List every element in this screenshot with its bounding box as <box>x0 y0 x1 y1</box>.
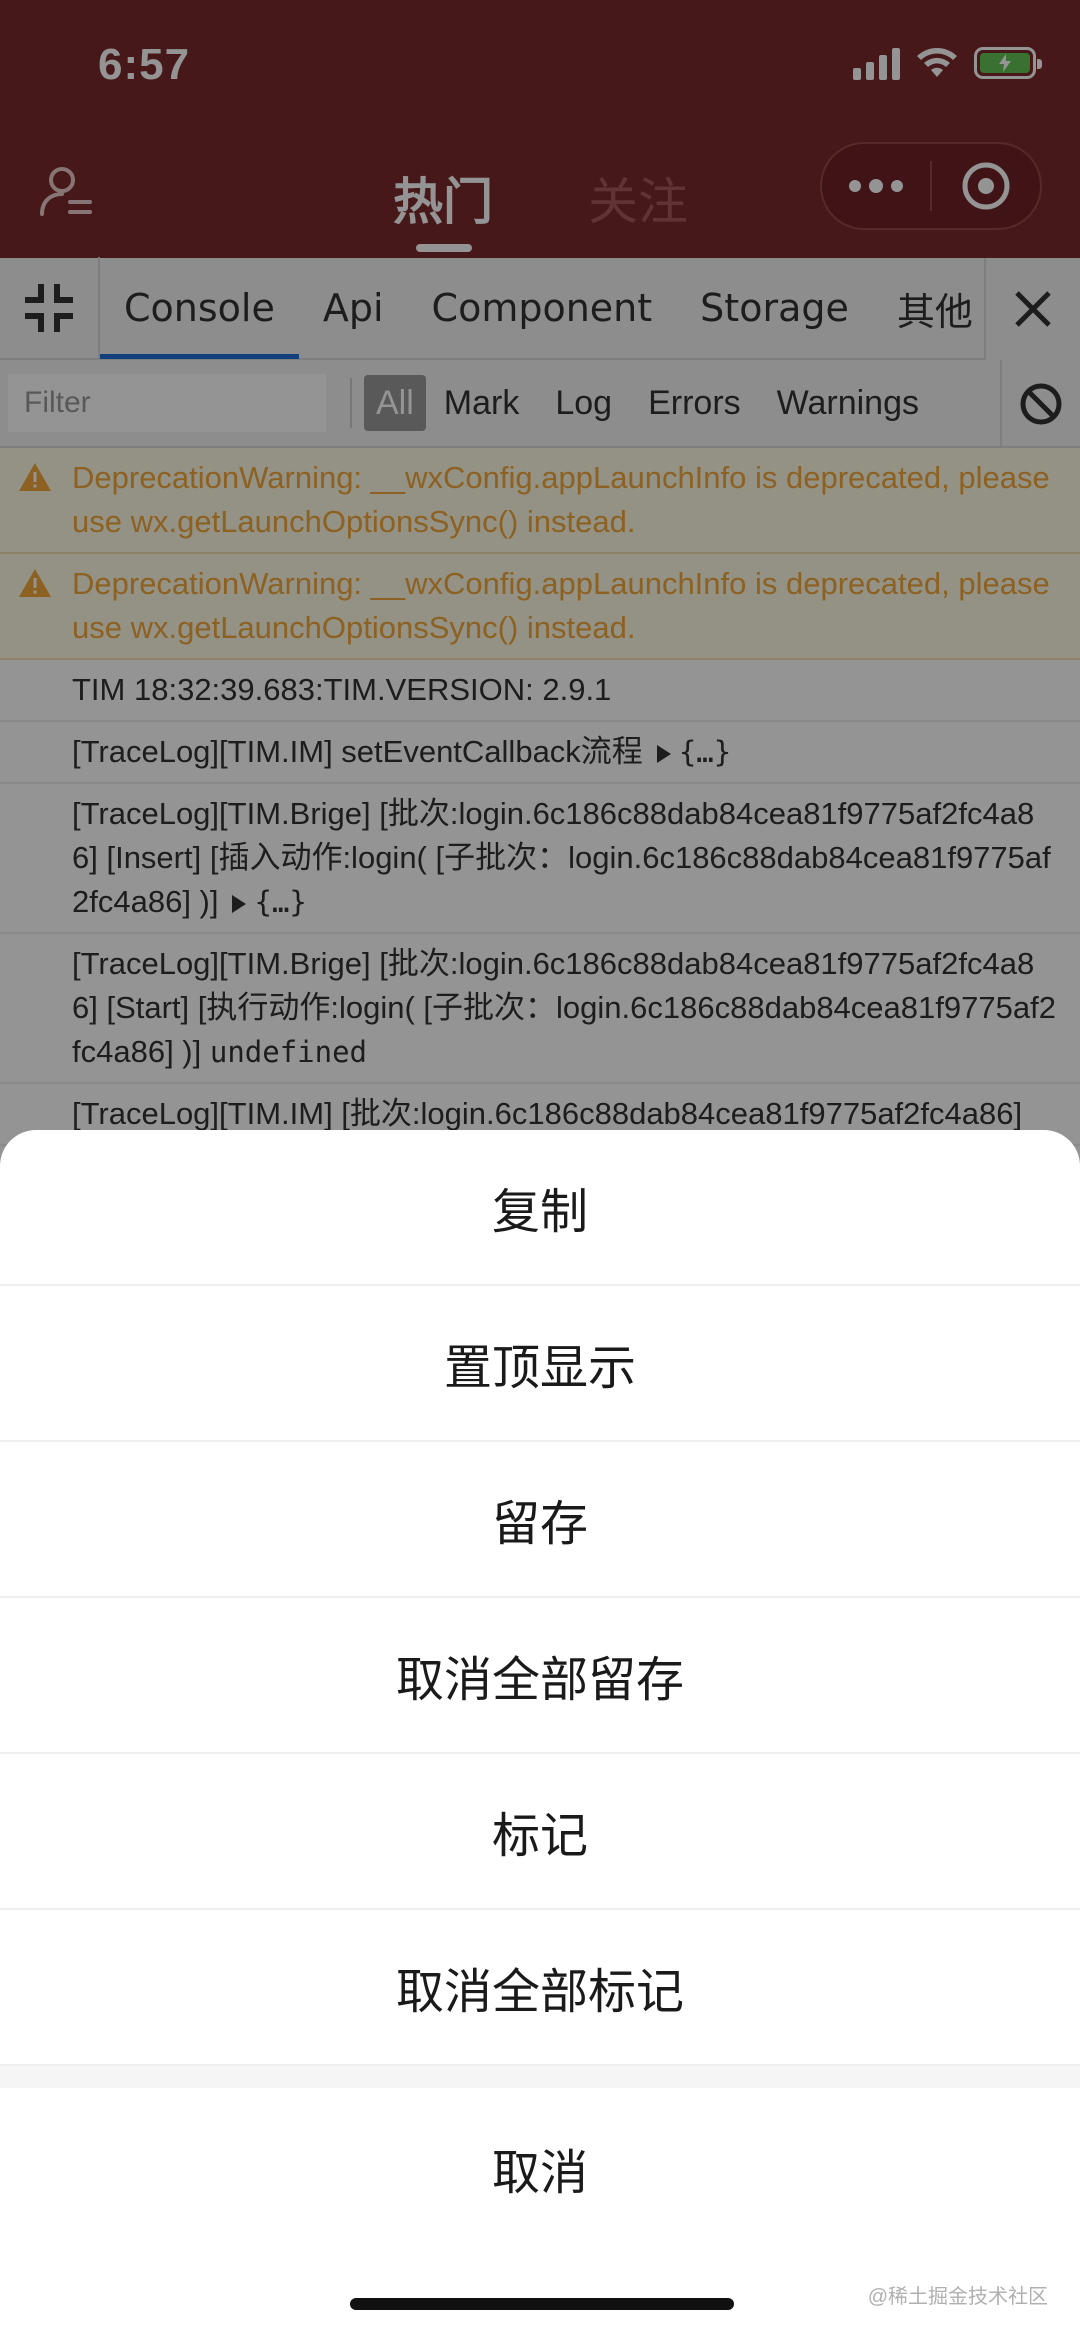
action-sheet-gap <box>0 2066 1080 2088</box>
action-copy[interactable]: 复制 <box>0 1130 1080 1286</box>
action-cancel[interactable]: 取消 <box>0 2088 1080 2248</box>
home-indicator[interactable] <box>350 2298 734 2310</box>
watermark: @稀土掘金技术社区 <box>867 2286 1048 2308</box>
action-pin-top[interactable]: 置顶显示 <box>0 1286 1080 1442</box>
action-sheet: 复制 置顶显示 留存 取消全部留存 标记 取消全部标记 取消 <box>0 1130 1080 2337</box>
action-unmark-all[interactable]: 取消全部标记 <box>0 1910 1080 2066</box>
action-keep[interactable]: 留存 <box>0 1442 1080 1598</box>
action-unkeep-all[interactable]: 取消全部留存 <box>0 1598 1080 1754</box>
action-mark[interactable]: 标记 <box>0 1754 1080 1910</box>
